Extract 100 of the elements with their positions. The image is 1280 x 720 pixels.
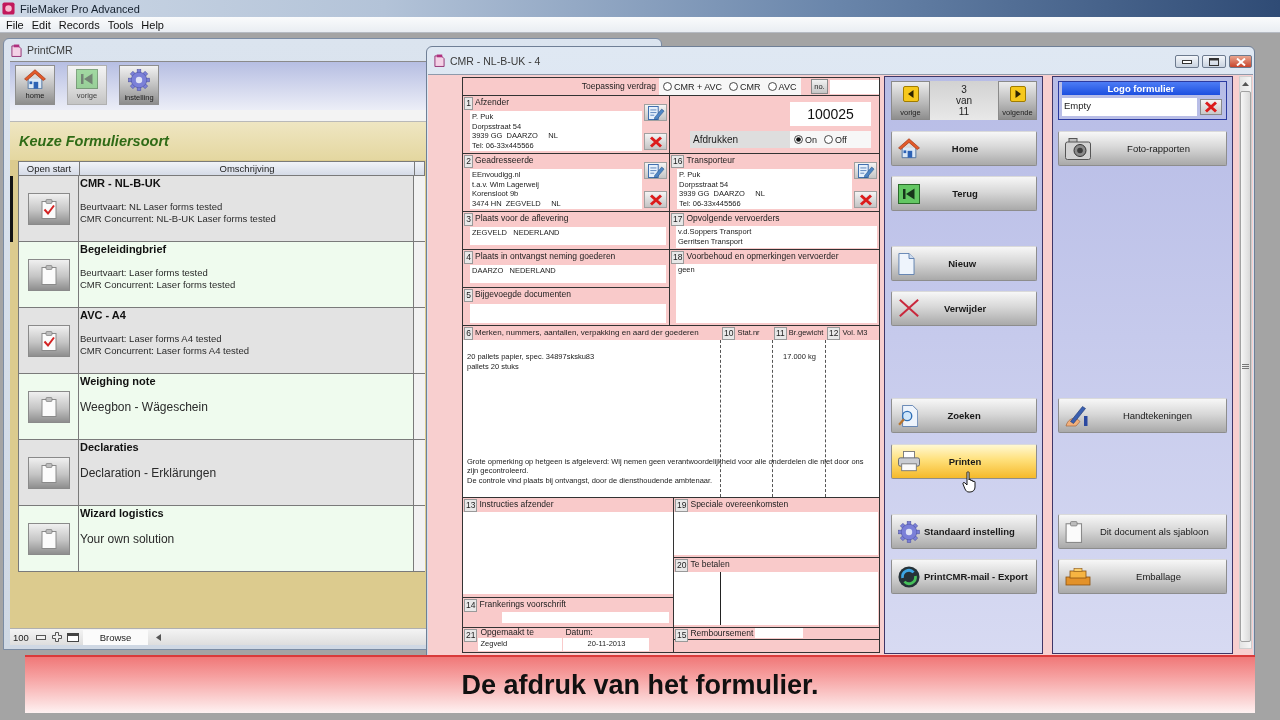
text-field[interactable] [470,304,666,323]
action-button[interactable]: Handtekeningen [1058,398,1227,433]
text-field[interactable] [674,572,878,625]
action-button[interactable]: Terug [891,176,1037,211]
form-type-heading: Keuze Formuliersoort [19,133,169,149]
menu-item[interactable]: Edit [27,17,55,32]
box-label: Remboursement [690,628,754,639]
maximize-icon [1209,57,1219,66]
column-header: Omschrijving [80,162,415,175]
box-number: 19 [675,499,689,512]
box-label: Speciale overeenkomsten [690,498,789,511]
open-button[interactable] [27,258,70,291]
triangle-left-icon [902,86,919,102]
text-field[interactable] [502,612,669,623]
globe-icon [898,565,920,588]
scroll-cell [414,440,425,506]
box-label: Merken, nummers, aantallen, verpakking en aard der goederen [475,327,699,339]
box-label: Frankerings voorschrift [479,598,566,611]
radio-option[interactable]: On [794,134,817,145]
box-label: Datum: [565,628,594,638]
cross-icon [648,193,663,206]
menu-item[interactable]: Help [137,17,168,32]
menu-item[interactable]: File [2,17,28,32]
scroll-thumb[interactable] [1240,91,1251,642]
scroll-cell [414,374,425,440]
action-button[interactable]: Dit document als sjabloon [1058,514,1227,549]
radio-option[interactable]: CMR + AVC [663,81,723,92]
table-row[interactable]: CMR - NL-B-UK Beurtvaart: NL Laser forms tested CMR Concurrent: NL-B-UK Laser forms tested [10,176,425,242]
gear-icon [128,69,150,91]
action-button[interactable]: Zoeken [891,398,1037,433]
box-number: 10 [722,327,736,340]
printer-icon [898,451,920,472]
row-description: Declaration - Erklärungen [80,466,217,480]
action-button[interactable]: PrintCMR-mail - Export [891,559,1037,594]
action-button[interactable]: Nieuw [891,246,1037,281]
number-field[interactable] [830,80,879,94]
text-field[interactable] [755,628,804,638]
box-label: Opgemaakt te [480,628,535,638]
magnifier-icon [898,404,919,427]
box-label: Afzender [475,96,510,109]
house-icon [898,138,920,159]
edit-button[interactable] [644,104,667,121]
row-description: Beurtvaart: Laser forms tested CMR Concurrent: Laser forms tested [80,267,236,291]
action-button[interactable]: Emballage [1058,559,1227,594]
box-number: 17 [671,213,685,226]
scrollbar[interactable] [1239,76,1252,649]
print-label: Afdrukken [690,131,790,148]
app-title: FileMaker Pro Advanced [20,2,140,15]
clear-button[interactable] [1200,99,1222,115]
cross-icon [1204,101,1218,113]
menu-item[interactable]: Tools [103,17,138,32]
box-label: Bijgevoegde documenten [475,288,571,301]
action-button[interactable]: Standaard instelling [891,514,1037,549]
scroll-cell [414,506,425,572]
delete-button[interactable] [854,191,877,208]
scroll-cell [414,308,425,374]
row-title: AVC - A4 [80,309,126,322]
box-number: 13 [464,499,478,512]
open-button[interactable] [27,390,70,423]
action-button[interactable]: Printen [891,444,1037,479]
radio-option[interactable]: CMR [729,81,761,92]
box-number: 12 [827,327,841,340]
row-title: Wizard logistics [80,507,164,520]
action-button[interactable]: Verwijder [891,291,1037,326]
open-button[interactable] [27,192,70,225]
zoom-in-button[interactable] [51,631,63,643]
action-button[interactable]: Foto-rapporten [1058,131,1227,166]
minus-icon [36,634,46,640]
menu-item[interactable]: Records [54,17,104,32]
maximize-button[interactable] [1202,55,1226,68]
triangle-left-icon [155,633,161,641]
box-number: 2 [464,155,473,168]
text-field[interactable] [463,512,673,594]
cross-icon [648,135,663,148]
row-description: Your own solution [80,532,175,546]
delete-button[interactable] [644,133,667,150]
window-title: PrintCMR [27,44,73,56]
edit-button[interactable] [854,162,877,179]
close-button[interactable] [1229,55,1252,68]
edit-button[interactable] [644,162,667,179]
action-button[interactable]: Home [891,131,1037,166]
scroll-up-button[interactable] [1240,80,1251,88]
radio-option[interactable]: AVC [767,81,797,92]
radio-option[interactable]: Off [824,134,847,145]
box-number: 14 [464,599,478,612]
document-number-field[interactable]: 100025 [790,102,871,126]
box-label: Opvolgende vervoerders [686,212,780,225]
logo-field[interactable]: Empty [1062,98,1197,116]
box-label: Plaats in ontvangst neming goederen [475,250,616,263]
toolbar-toggle-button[interactable] [67,631,79,643]
box-number: 4 [464,251,473,264]
open-button[interactable] [27,324,70,357]
box-number: 18 [671,251,685,264]
delete-button[interactable] [644,191,667,208]
box-label: Voorbehoud en opmerkingen vervoerder [686,250,839,263]
minimize-button[interactable] [1175,55,1199,68]
text-field[interactable] [674,512,878,555]
open-button[interactable] [27,522,70,555]
column-header: Open start [19,162,80,175]
open-button[interactable] [27,456,70,489]
